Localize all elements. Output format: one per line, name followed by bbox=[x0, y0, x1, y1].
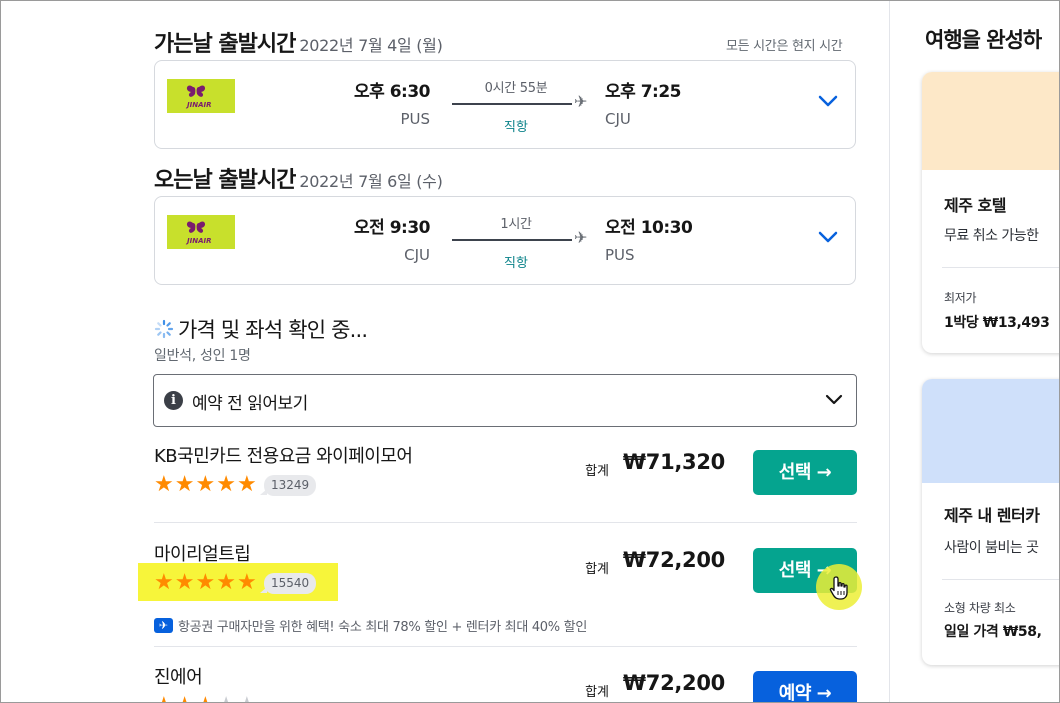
outbound-header: 가는날 출발시간 2022년 7월 4일 (월) bbox=[154, 26, 443, 58]
rental-card-title: 제주 내 렌터카 bbox=[944, 506, 1040, 525]
inbound-stops: 직항 bbox=[504, 256, 528, 271]
inbound-title: 오는날 출발시간 bbox=[154, 168, 296, 193]
star-icon: ★ bbox=[174, 472, 195, 497]
airplane-ticket-icon: ✈ bbox=[154, 618, 173, 633]
loading-text: 가격 및 좌석 확인 중... bbox=[178, 318, 368, 342]
provider-name: 진에어 bbox=[154, 667, 203, 688]
outbound-flight-card[interactable]: JINAIR 오후 6:30 PUS 0시간 55분 ✈ 직항 오후 7:25 … bbox=[154, 60, 856, 149]
jinair-logo: JINAIR bbox=[167, 79, 235, 113]
outbound-stops: 직항 bbox=[504, 120, 528, 135]
inbound-header: 오는날 출발시간 2022년 7월 6일 (수) bbox=[154, 162, 443, 194]
star-icon: ★ bbox=[154, 695, 174, 703]
review-count: 15540 bbox=[259, 573, 317, 594]
outbound-arrival-airport: CJU bbox=[605, 110, 631, 128]
hotel-price-label: 최저가 bbox=[944, 291, 977, 305]
booking-notice-dropdown[interactable]: i 예약 전 읽어보기 bbox=[153, 374, 857, 427]
star-icon: ★ bbox=[175, 695, 195, 703]
rental-car-image bbox=[922, 379, 1060, 483]
outbound-arrival-time: 오후 7:25 bbox=[605, 82, 681, 102]
hotel-card-title: 제주 호텔 bbox=[944, 196, 1006, 215]
perk-text: 항공권 구매자만을 위한 혜택! 숙소 최대 78% 할인 + 렌터카 최대 4… bbox=[178, 620, 587, 635]
provider-row: 마이리얼트립 ★ ★ ★ ★ ★ 15540 합계 ₩72,200 선택 → ✈… bbox=[154, 535, 857, 647]
card-divider bbox=[942, 267, 1060, 268]
inbound-duration: 1시간 bbox=[500, 217, 532, 232]
inbound-departure-airport: CJU bbox=[404, 246, 430, 264]
outbound-duration: 0시간 55분 bbox=[484, 81, 548, 96]
star-icon: ★ bbox=[195, 695, 215, 703]
star-icon: ★ bbox=[174, 570, 195, 595]
svg-text:JINAIR: JINAIR bbox=[185, 237, 211, 245]
price-label: 합계 bbox=[585, 464, 609, 479]
inbound-flight-card[interactable]: JINAIR 오전 9:30 CJU 1시간 ✈ 직항 오전 10:30 PUS bbox=[154, 196, 856, 285]
rental-card-desc: 사람이 붐비는 곳 bbox=[944, 540, 1039, 556]
info-icon: i bbox=[164, 391, 183, 410]
perk-row: ✈ 항공권 구매자만을 위한 혜택! 숙소 최대 78% 할인 + 렌터카 최대… bbox=[154, 616, 587, 635]
spinner-icon bbox=[154, 319, 174, 339]
rating-stars: ★ ★ ★ ★ ★ bbox=[154, 473, 258, 497]
card-divider bbox=[942, 579, 1060, 580]
svg-text:JINAIR: JINAIR bbox=[185, 101, 211, 109]
outbound-departure-time: 오후 6:30 bbox=[354, 82, 430, 102]
star-icon: ★ bbox=[236, 472, 257, 497]
provider-row: 진에어 ★ ★ ★ ★ ★ 합계 ₩72,200 예약 → bbox=[154, 658, 857, 703]
hotel-image bbox=[922, 72, 1060, 170]
rental-price: 일일 가격 ₩58, bbox=[944, 624, 1042, 640]
inbound-date: 2022년 7월 6일 (수) bbox=[299, 172, 443, 191]
star-icon: ★ bbox=[237, 695, 257, 703]
sidebar-title: 여행을 완성하 bbox=[925, 28, 1042, 52]
provider-name: 마이리얼트립 bbox=[154, 544, 251, 565]
route-line bbox=[452, 239, 572, 241]
timezone-note: 모든 시간은 현지 시간 bbox=[726, 39, 843, 54]
star-icon: ★ bbox=[195, 570, 216, 595]
hotel-card[interactable]: 제주 호텔 무료 취소 가능한 최저가 1박당 ₩13,493 bbox=[922, 72, 1060, 353]
flight-details-panel: 가는날 출발시간 2022년 7월 4일 (월) 모든 시간은 현지 시간 JI… bbox=[0, 0, 889, 703]
hand-cursor-icon bbox=[829, 576, 848, 600]
price-label: 합계 bbox=[585, 562, 609, 577]
provider-row: KB국민카드 전용요금 와이페이모어 ★ ★ ★ ★ ★ 13249 합계 ₩7… bbox=[154, 437, 857, 523]
chevron-down-icon[interactable] bbox=[817, 93, 839, 109]
provider-name: KB국민카드 전용요금 와이페이모어 bbox=[154, 446, 413, 467]
inbound-departure-time: 오전 9:30 bbox=[354, 218, 430, 238]
price: ₩72,200 bbox=[622, 548, 725, 572]
review-count: 13249 bbox=[259, 475, 317, 496]
plane-icon: ✈ bbox=[574, 92, 588, 111]
outbound-date: 2022년 7월 4일 (월) bbox=[299, 36, 443, 55]
star-icon: ★ bbox=[154, 472, 174, 497]
price: ₩71,320 bbox=[622, 450, 725, 474]
rating-stars: ★ ★ ★ ★ ★ bbox=[154, 571, 258, 595]
trip-completion-sidebar: 여행을 완성하 제주 호텔 무료 취소 가능한 최저가 1박당 ₩13,493 … bbox=[890, 0, 1060, 703]
price: ₩72,200 bbox=[622, 671, 725, 695]
hotel-price: 1박당 ₩13,493 bbox=[944, 315, 1050, 331]
jinair-logo: JINAIR bbox=[167, 215, 235, 249]
star-icon: ★ bbox=[216, 570, 236, 595]
price-label: 합계 bbox=[585, 685, 609, 700]
route-line bbox=[452, 103, 572, 105]
outbound-title: 가는날 출발시간 bbox=[154, 32, 296, 57]
star-icon: ★ bbox=[195, 472, 216, 497]
outbound-departure-airport: PUS bbox=[400, 110, 430, 128]
chevron-down-icon bbox=[825, 394, 843, 405]
star-icon: ★ bbox=[216, 472, 236, 497]
cabin-passenger-info: 일반석, 성인 1명 bbox=[154, 348, 251, 364]
inbound-arrival-time: 오전 10:30 bbox=[605, 218, 693, 238]
star-icon: ★ bbox=[236, 570, 257, 595]
rental-car-card[interactable]: 제주 내 렌터카 사람이 붐비는 곳 소형 차량 최소 일일 가격 ₩58, bbox=[922, 379, 1060, 665]
star-icon: ★ bbox=[154, 570, 174, 595]
select-button[interactable]: 선택 → bbox=[753, 450, 857, 495]
plane-icon: ✈ bbox=[574, 228, 588, 247]
star-icon: ★ bbox=[216, 695, 236, 703]
rental-price-label: 소형 차량 최소 bbox=[944, 601, 1016, 615]
chevron-down-icon[interactable] bbox=[817, 229, 839, 245]
notice-label: 예약 전 읽어보기 bbox=[192, 394, 308, 414]
loading-status: 가격 및 좌석 확인 중... bbox=[154, 314, 368, 344]
hotel-card-desc: 무료 취소 가능한 bbox=[944, 228, 1039, 244]
rating-stars: ★ ★ ★ ★ ★ bbox=[154, 694, 258, 703]
inbound-arrival-airport: PUS bbox=[605, 246, 635, 264]
book-button[interactable]: 예약 → bbox=[753, 671, 857, 703]
